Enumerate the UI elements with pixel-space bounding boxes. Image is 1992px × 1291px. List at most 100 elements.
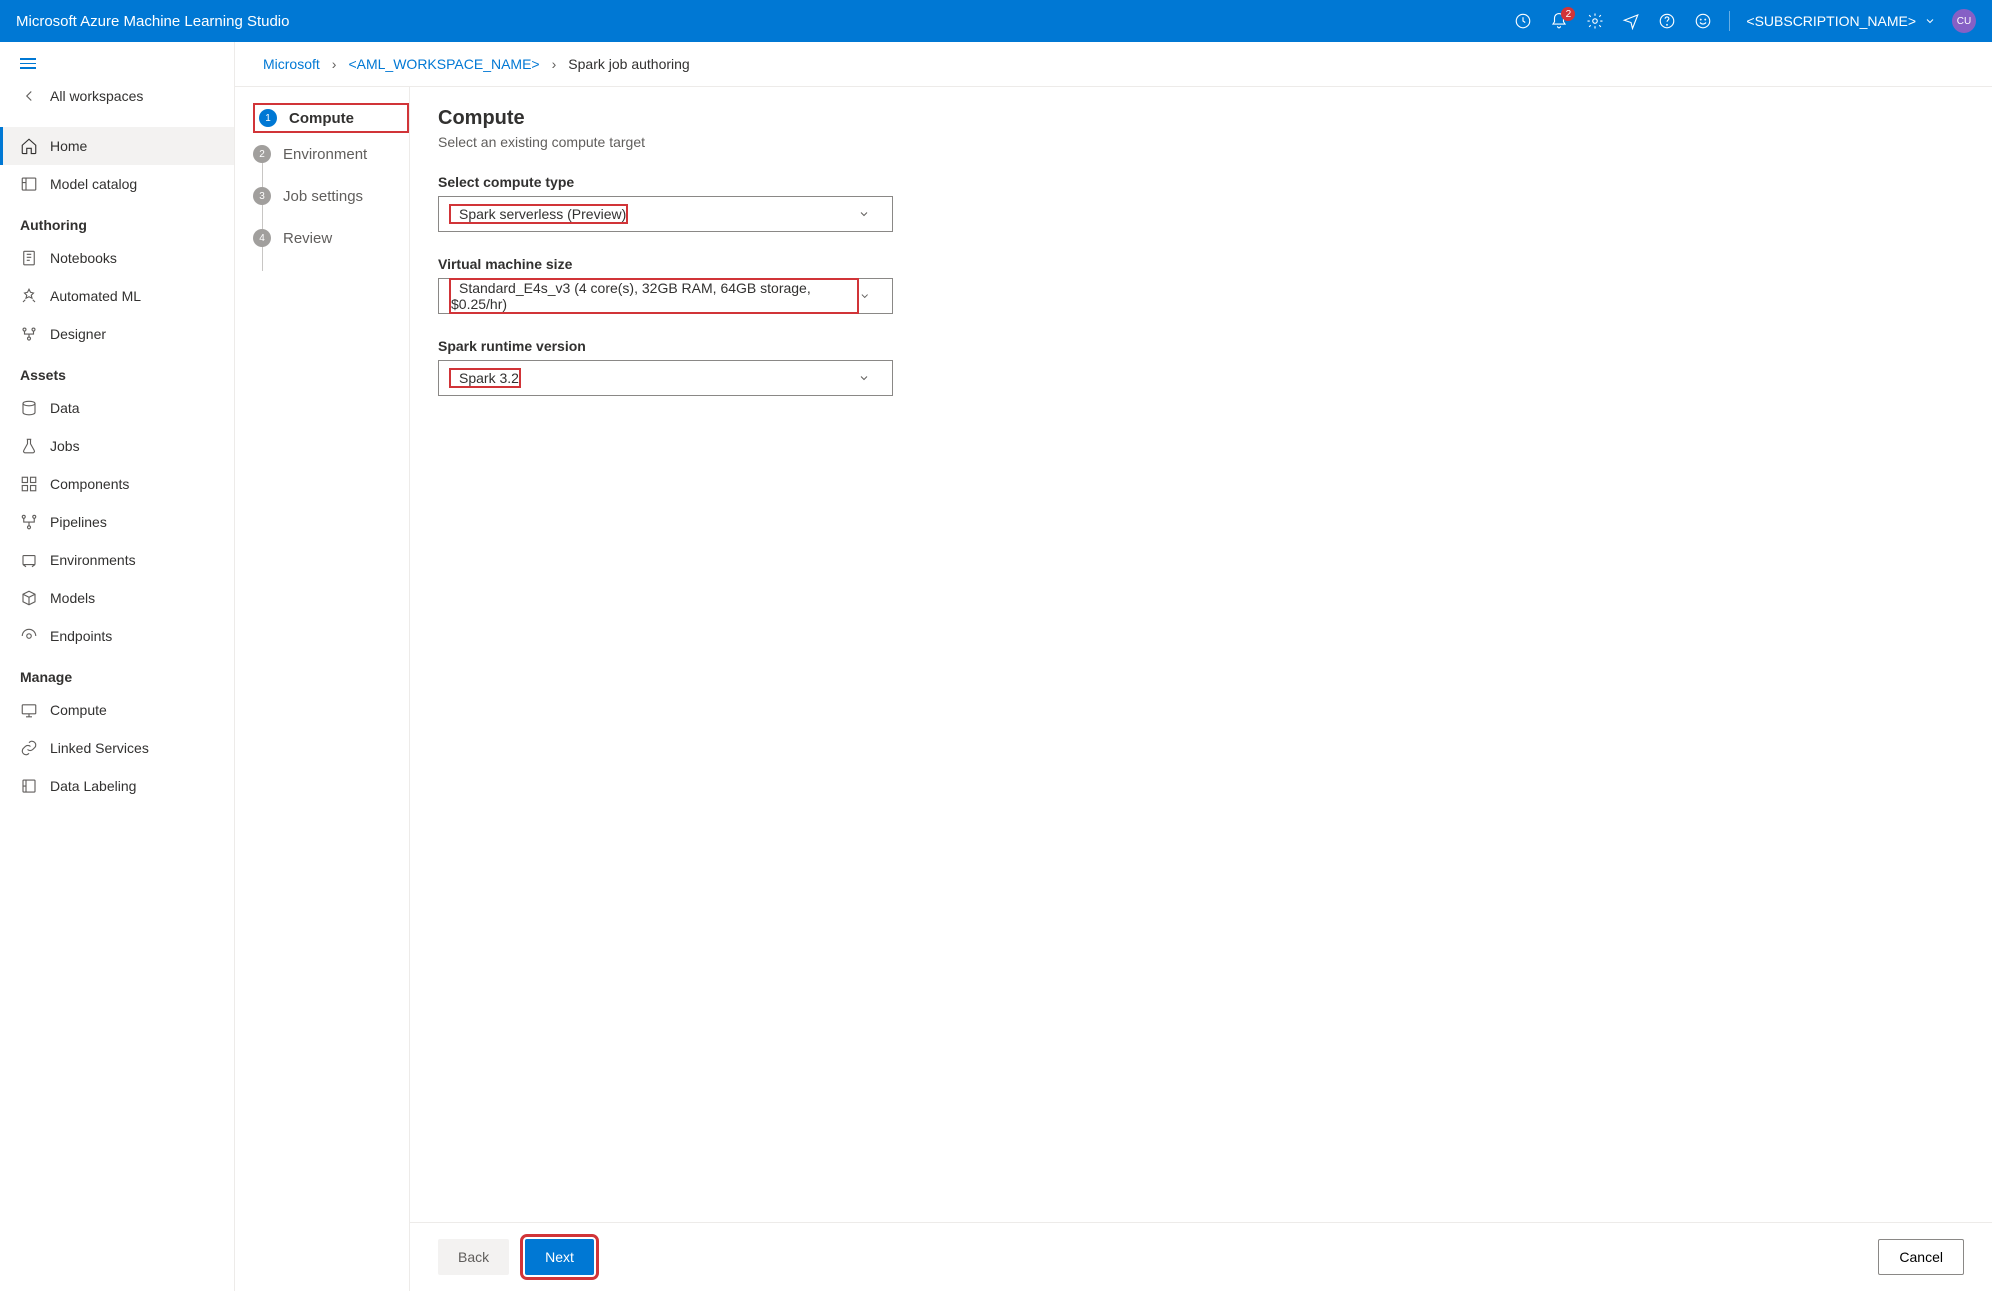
next-button[interactable]: Next [525, 1239, 594, 1275]
smile-icon[interactable] [1693, 11, 1713, 31]
step-number: 1 [259, 109, 277, 127]
chevron-right-icon: › [552, 56, 557, 72]
sidebar-item-jobs[interactable]: Jobs [0, 427, 234, 465]
subscription-selector[interactable]: <SUBSCRIPTION_NAME> [1746, 13, 1936, 29]
help-icon[interactable] [1657, 11, 1677, 31]
page-title: Compute [438, 107, 1964, 130]
flask-icon [20, 437, 38, 455]
env-icon [20, 551, 38, 569]
sidebar-item-environments[interactable]: Environments [0, 541, 234, 579]
sidebar-item-data-labeling[interactable]: Data Labeling [0, 767, 234, 805]
topbar: Microsoft Azure Machine Learning Studio … [0, 0, 1992, 42]
sidebar-label: Designer [50, 326, 106, 342]
chevron-down-icon [859, 290, 870, 302]
sidebar-label: Environments [50, 552, 136, 568]
sidebar-heading-assets: Assets [0, 353, 234, 389]
sidebar-label: Jobs [50, 438, 80, 454]
topbar-actions: 2 <SUBSCRIPTION_NAME> CU [1513, 9, 1976, 33]
home-icon [20, 137, 38, 155]
sidebar-label: All workspaces [50, 88, 143, 104]
spark-runtime-label: Spark runtime version [438, 338, 1964, 354]
breadcrumb-root[interactable]: Microsoft [263, 56, 320, 72]
sidebar-label: Linked Services [50, 740, 149, 756]
back-button[interactable]: Back [438, 1239, 509, 1275]
compute-type-select[interactable]: Spark serverless (Preview) [438, 196, 893, 232]
box-icon [20, 589, 38, 607]
connector-line [262, 243, 263, 271]
sidebar-item-models[interactable]: Models [0, 579, 234, 617]
vm-size-label: Virtual machine size [438, 256, 1964, 272]
breadcrumb-workspace[interactable]: <AML_WORKSPACE_NAME> [348, 56, 539, 72]
endpoint-icon [20, 627, 38, 645]
data-icon [20, 399, 38, 417]
link-icon [20, 739, 38, 757]
compute-type-label: Select compute type [438, 174, 1964, 190]
spark-runtime-select[interactable]: Spark 3.2 [438, 360, 893, 396]
step-number: 2 [253, 145, 271, 163]
sidebar-item-compute[interactable]: Compute [0, 691, 234, 729]
automl-icon [20, 287, 38, 305]
clock-icon[interactable] [1513, 11, 1533, 31]
designer-icon [20, 325, 38, 343]
user-avatar[interactable]: CU [1952, 9, 1976, 33]
sidebar-item-endpoints[interactable]: Endpoints [0, 617, 234, 655]
sidebar-label: Automated ML [50, 288, 141, 304]
wizard-step-environment[interactable]: 2 Environment [253, 133, 409, 175]
step-label: Compute [289, 110, 354, 127]
hamburger-menu[interactable] [0, 50, 234, 77]
breadcrumb: Microsoft › <AML_WORKSPACE_NAME> › Spark… [235, 42, 1992, 87]
sidebar-heading-authoring: Authoring [0, 203, 234, 239]
wizard-step-compute[interactable]: 1 Compute [253, 103, 409, 133]
wizard-footer: Back Next Cancel [410, 1222, 1992, 1291]
step-number: 4 [253, 229, 271, 247]
vm-size-select[interactable]: Standard_E4s_v3 (4 core(s), 32GB RAM, 64… [438, 278, 893, 314]
wizard-step-review[interactable]: 4 Review [253, 217, 409, 259]
step-label: Review [283, 230, 332, 247]
sidebar-label: Data [50, 400, 80, 416]
sidebar-item-model-catalog[interactable]: Model catalog [0, 165, 234, 203]
chevron-down-icon [858, 208, 870, 220]
step-label: Job settings [283, 188, 363, 205]
sidebar-label: Home [50, 138, 87, 154]
all-workspaces-link[interactable]: All workspaces [0, 77, 234, 115]
compute-icon [20, 701, 38, 719]
arrow-left-icon [20, 87, 38, 105]
feedback-icon[interactable] [1621, 11, 1641, 31]
page-subtitle: Select an existing compute target [438, 134, 1964, 150]
sidebar-item-designer[interactable]: Designer [0, 315, 234, 353]
sidebar-label: Components [50, 476, 129, 492]
cancel-button[interactable]: Cancel [1878, 1239, 1964, 1275]
sidebar-item-home[interactable]: Home [0, 127, 234, 165]
sidebar-item-linked-services[interactable]: Linked Services [0, 729, 234, 767]
sidebar: All workspaces Home Model catalog Author… [0, 42, 235, 1291]
sidebar-label: Compute [50, 702, 107, 718]
chevron-down-icon [1924, 15, 1936, 27]
sidebar-label: Pipelines [50, 514, 107, 530]
chevron-right-icon: › [332, 56, 337, 72]
sidebar-item-data[interactable]: Data [0, 389, 234, 427]
label-icon [20, 777, 38, 795]
wizard-steps: 1 Compute 2 Environment 3 Job settings 4… [235, 87, 410, 1291]
sidebar-label: Notebooks [50, 250, 117, 266]
sidebar-heading-manage: Manage [0, 655, 234, 691]
step-label: Environment [283, 146, 367, 163]
sidebar-item-notebooks[interactable]: Notebooks [0, 239, 234, 277]
sidebar-label: Endpoints [50, 628, 112, 644]
divider [1729, 11, 1730, 31]
wizard-step-job-settings[interactable]: 3 Job settings [253, 175, 409, 217]
step-number: 3 [253, 187, 271, 205]
chevron-down-icon [858, 372, 870, 384]
sidebar-label: Model catalog [50, 176, 137, 192]
notifications-icon[interactable]: 2 [1549, 11, 1569, 31]
sidebar-item-components[interactable]: Components [0, 465, 234, 503]
sidebar-item-automl[interactable]: Automated ML [0, 277, 234, 315]
compute-type-value: Spark serverless (Preview) [451, 199, 626, 229]
pipeline-icon [20, 513, 38, 531]
sidebar-item-pipelines[interactable]: Pipelines [0, 503, 234, 541]
sidebar-label: Data Labeling [50, 778, 136, 794]
notification-badge: 2 [1561, 7, 1575, 21]
subscription-name: <SUBSCRIPTION_NAME> [1746, 13, 1916, 29]
settings-icon[interactable] [1585, 11, 1605, 31]
spark-runtime-value: Spark 3.2 [451, 363, 519, 393]
app-title: Microsoft Azure Machine Learning Studio [16, 13, 289, 30]
